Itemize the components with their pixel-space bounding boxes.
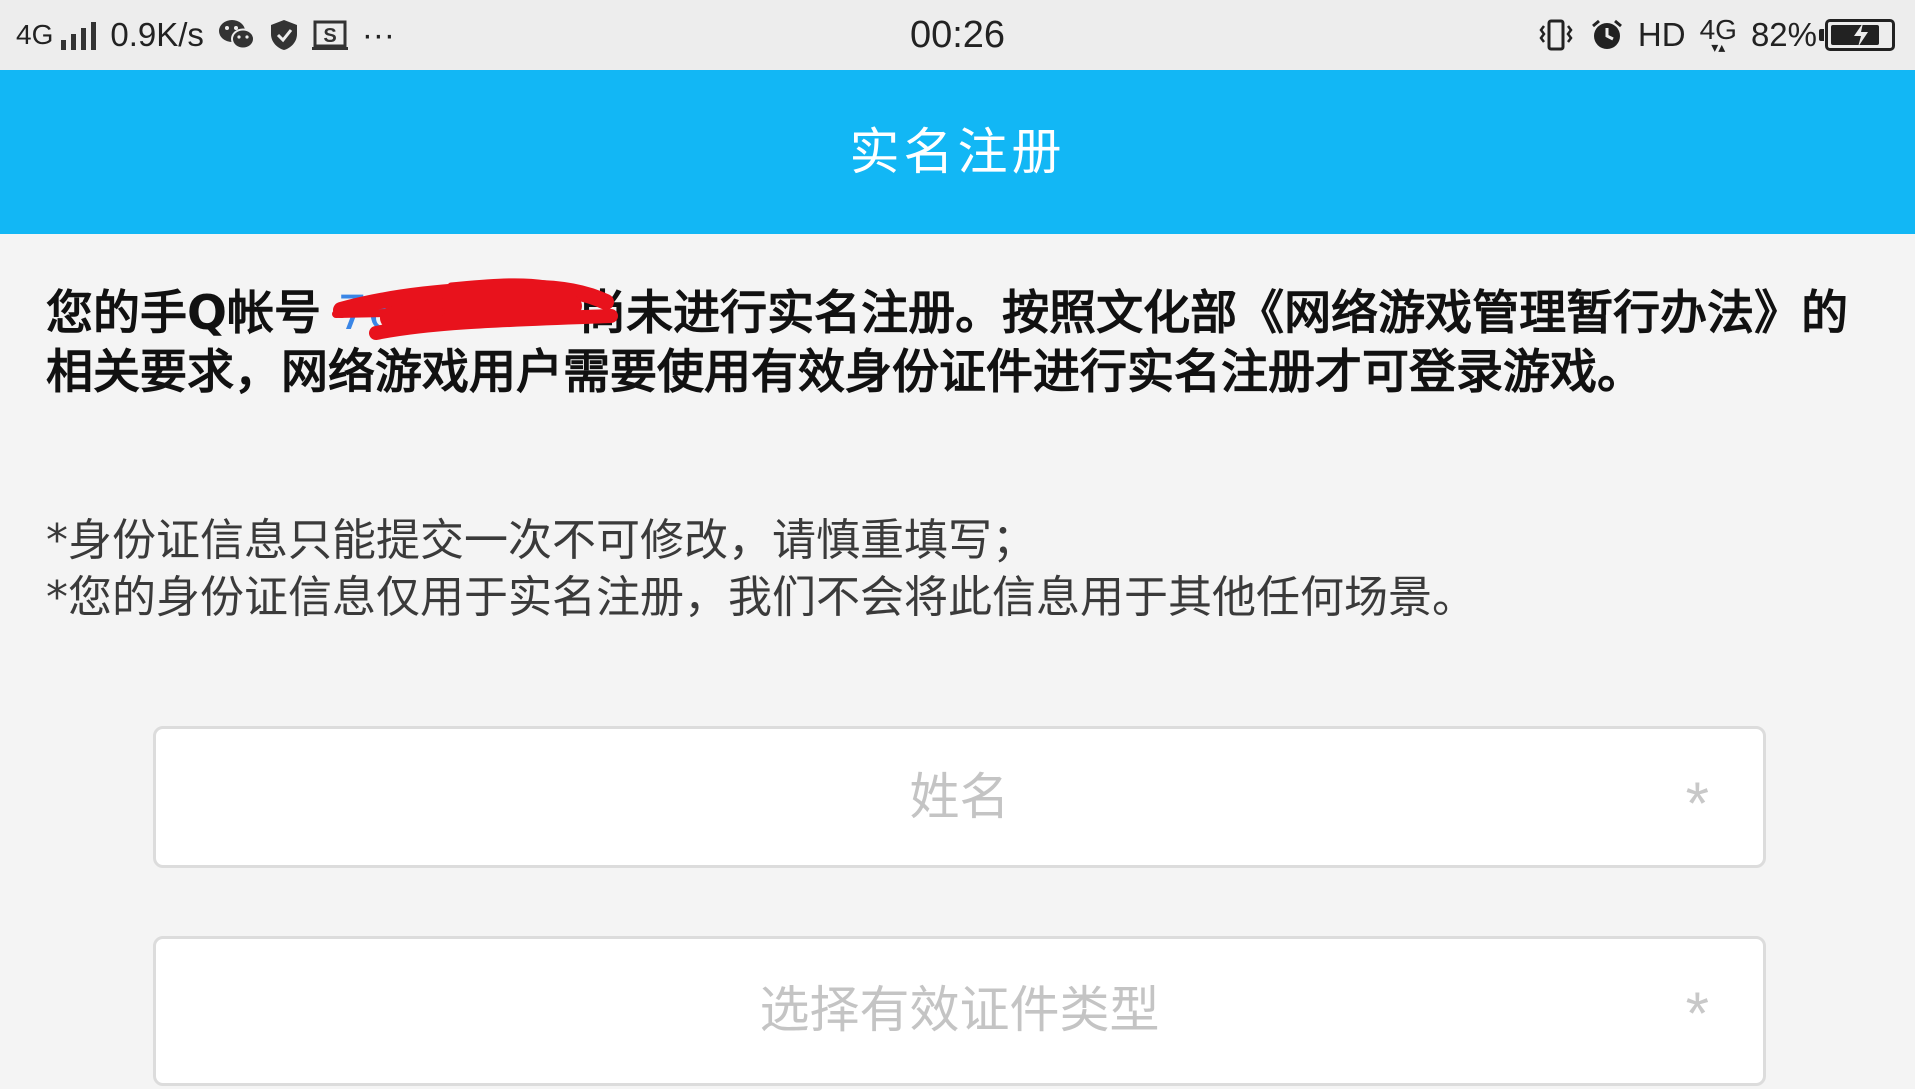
name-input[interactable] xyxy=(156,729,1763,865)
charging-icon xyxy=(1854,23,1868,47)
page-title: 实名注册 xyxy=(849,123,1066,181)
id-type-select[interactable]: 选择有效证件类型 * xyxy=(153,936,1766,1086)
notice-text: 您的手Q帐号 76 尚未进行实名注册。按照文化部《网络游戏管理暂行办法》的相关要… xyxy=(46,278,1876,402)
required-mark: * xyxy=(1685,770,1709,837)
notes: *身份证信息只能提交一次不可修改，请慎重填写； *您的身份证信息仅用于实名注册，… xyxy=(46,512,1876,626)
vibrate-icon xyxy=(1536,18,1576,52)
data-arrows-icon: ▾▴ xyxy=(1711,39,1726,55)
hd-label: HD xyxy=(1637,16,1686,53)
alarm-icon xyxy=(1590,18,1624,52)
note-item: *您的身份证信息仅用于实名注册，我们不会将此信息用于其他任何场景。 xyxy=(46,572,1476,623)
required-mark: * xyxy=(1685,980,1709,1047)
status-bar: 4G 0.9K/s S ··· 00:26 HD 4G ▾▴ 82% xyxy=(0,0,1915,70)
battery-percent: 82% xyxy=(1750,16,1817,53)
account-number: 76 xyxy=(337,286,398,341)
name-field[interactable]: * xyxy=(153,726,1766,868)
account-wrap: 76 xyxy=(332,278,619,343)
battery-icon xyxy=(1819,19,1895,51)
network-type-right: 4G ▾▴ xyxy=(1700,16,1737,55)
note-item: *身份证信息只能提交一次不可修改，请慎重填写； xyxy=(46,515,1036,566)
status-right: HD 4G ▾▴ 82% xyxy=(1522,12,1895,58)
title-bar: 实名注册 xyxy=(0,70,1915,234)
notice-prefix: 您的手Q帐号 xyxy=(46,286,338,341)
id-type-placeholder: 选择有效证件类型 xyxy=(759,981,1160,1039)
battery-cap xyxy=(1819,29,1824,41)
